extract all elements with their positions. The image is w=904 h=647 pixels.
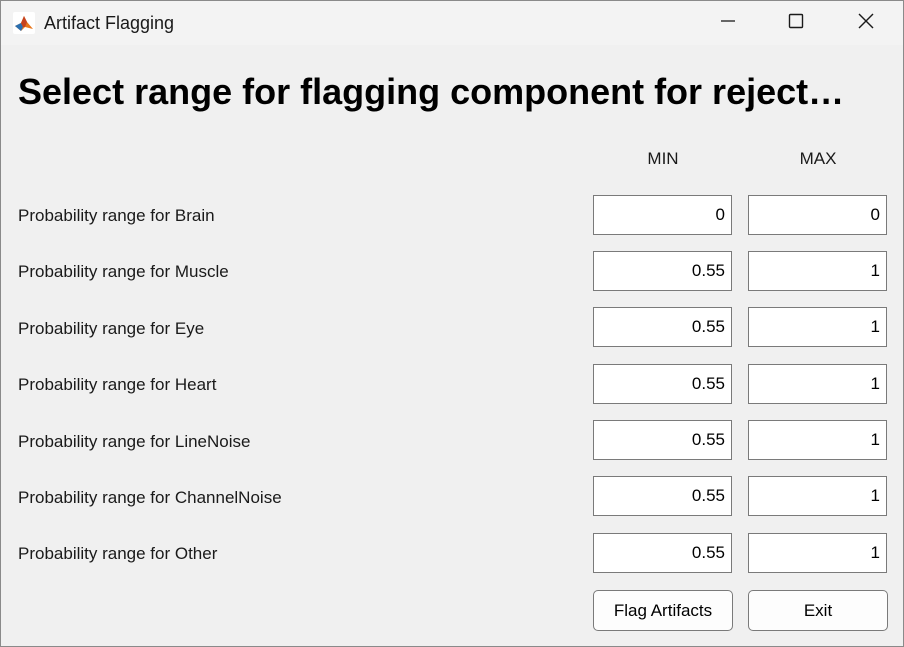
linenoise-max-input[interactable] [748, 420, 887, 460]
other-min-input[interactable] [593, 533, 732, 573]
channelnoise-min-input[interactable] [593, 476, 732, 516]
window-title: Artifact Flagging [44, 13, 175, 33]
linenoise-min-input[interactable] [593, 420, 732, 460]
label-eye: Probability range for Eye [18, 319, 205, 338]
artifact-flagging-window: Artifact Flagging Select range for flagg… [0, 0, 904, 647]
minimize-icon [720, 13, 736, 34]
maximize-icon [788, 13, 804, 34]
label-linenoise: Probability range for LineNoise [18, 432, 251, 451]
title-bar[interactable]: Artifact Flagging [1, 1, 903, 45]
label-muscle: Probability range for Muscle [18, 262, 229, 281]
muscle-min-input[interactable] [593, 251, 732, 291]
min-column-header: MIN [647, 149, 679, 168]
label-channelnoise: Probability range for ChannelNoise [18, 488, 282, 507]
eye-max-input[interactable] [748, 307, 887, 347]
flag-artifacts-button[interactable]: Flag Artifacts [593, 590, 733, 631]
exit-button[interactable]: Exit [748, 590, 888, 631]
brain-min-input[interactable] [593, 195, 732, 235]
label-heart: Probability range for Heart [18, 375, 217, 394]
matlab-icon [13, 12, 35, 34]
brain-max-input[interactable] [748, 195, 887, 235]
other-max-input[interactable] [748, 533, 887, 573]
page-heading: Select range for flagging component for … [18, 71, 845, 112]
close-icon [857, 12, 875, 35]
label-other: Probability range for Other [18, 544, 218, 563]
heart-min-input[interactable] [593, 364, 732, 404]
maximize-button[interactable] [763, 1, 829, 45]
close-button[interactable] [833, 1, 899, 45]
heart-max-input[interactable] [748, 364, 887, 404]
minimize-button[interactable] [695, 1, 761, 45]
max-column-header: MAX [799, 149, 837, 168]
channelnoise-max-input[interactable] [748, 476, 887, 516]
eye-min-input[interactable] [593, 307, 732, 347]
label-brain: Probability range for Brain [18, 206, 215, 225]
muscle-max-input[interactable] [748, 251, 887, 291]
